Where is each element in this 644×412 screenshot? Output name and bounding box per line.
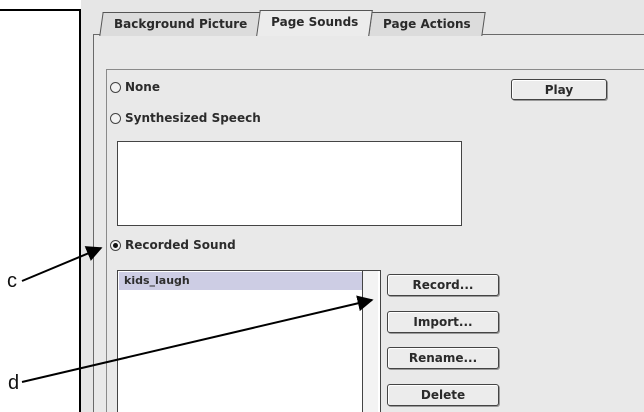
rename-button-label: Rename... bbox=[408, 351, 478, 365]
radio-none[interactable] bbox=[110, 81, 121, 93]
speech-text-field[interactable] bbox=[117, 141, 462, 226]
radio-synthesized-speech-label: Synthesized Speech bbox=[125, 111, 261, 125]
tab-page-actions[interactable]: Page Actions bbox=[367, 12, 485, 36]
callout-area: c d bbox=[0, 0, 86, 412]
radio-synthesized-speech[interactable] bbox=[110, 112, 121, 124]
record-button[interactable]: Record... bbox=[387, 274, 499, 296]
radio-recorded-sound-label: Recorded Sound bbox=[125, 238, 236, 252]
delete-button[interactable]: Delete bbox=[387, 384, 499, 406]
radio-row-recorded-sound[interactable]: Recorded Sound bbox=[110, 238, 236, 252]
radio-row-none[interactable]: None bbox=[110, 80, 160, 94]
figure: c d Background Picture Page Sounds Page … bbox=[0, 0, 644, 412]
tab-bar: Background Picture Page Sounds Page Acti… bbox=[99, 8, 485, 36]
recorded-sound-list[interactable]: kids_laugh bbox=[117, 270, 381, 412]
window-frame-top bbox=[0, 9, 80, 11]
delete-button-label: Delete bbox=[420, 388, 466, 402]
list-item[interactable]: kids_laugh bbox=[119, 272, 364, 290]
callout-d-label: d bbox=[8, 372, 20, 394]
play-button[interactable]: Play bbox=[511, 79, 607, 100]
window-frame-left bbox=[79, 9, 81, 412]
tab-background-picture[interactable]: Background Picture bbox=[99, 12, 262, 36]
callout-c-label: c bbox=[7, 270, 17, 292]
tab-page-sounds[interactable]: Page Sounds bbox=[256, 10, 374, 36]
play-button-label: Play bbox=[544, 82, 574, 97]
tab-background-picture-label: Background Picture bbox=[114, 17, 248, 31]
list-scrollbar[interactable] bbox=[363, 271, 378, 412]
tab-page-sounds-label: Page Sounds bbox=[271, 15, 359, 29]
rename-button[interactable]: Rename... bbox=[387, 347, 499, 369]
record-button-label: Record... bbox=[412, 278, 474, 292]
radio-none-label: None bbox=[125, 80, 160, 94]
radio-recorded-sound[interactable] bbox=[110, 239, 121, 251]
radio-row-synthesized-speech[interactable]: Synthesized Speech bbox=[110, 111, 261, 125]
import-button[interactable]: Import... bbox=[387, 311, 499, 333]
import-button-label: Import... bbox=[413, 315, 473, 329]
tab-page-actions-label: Page Actions bbox=[382, 17, 471, 31]
